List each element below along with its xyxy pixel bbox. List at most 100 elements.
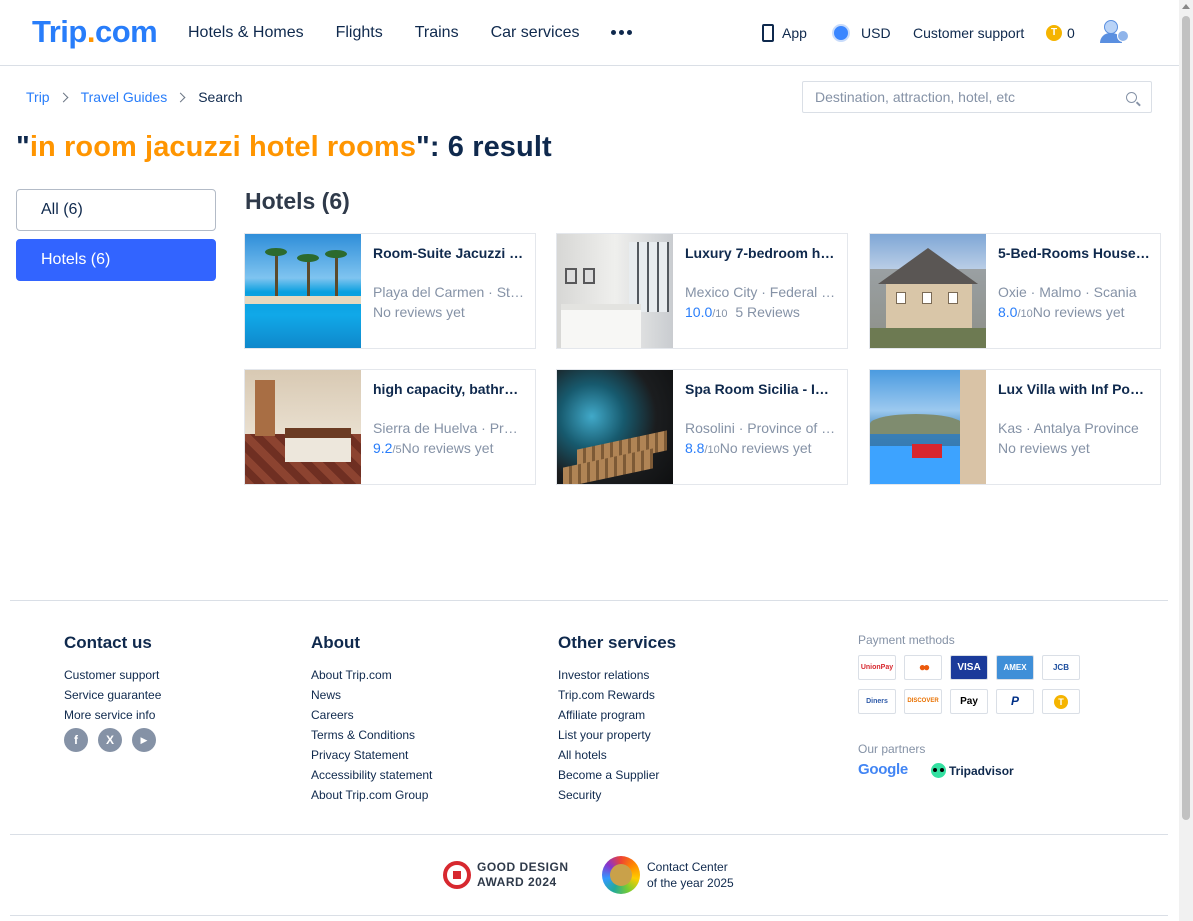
hotel-card-4[interactable]: high capacity, bathrooms in room Sierra … [244, 369, 536, 485]
page-title: "in room jacuzzi hotel rooms": 6 result [16, 131, 552, 163]
footer-link-careers[interactable]: Careers [311, 705, 432, 725]
footer-link-customer-support[interactable]: Customer support [64, 665, 161, 685]
page-scrollbar[interactable] [1179, 0, 1193, 921]
partners-title: Our partners [858, 742, 926, 756]
footer-link-news[interactable]: News [311, 685, 432, 705]
nav-car-services[interactable]: Car services [491, 22, 580, 44]
main-nav: Hotels & Homes Flights Trains Car servic… [188, 22, 611, 44]
google-logo[interactable]: Google [858, 761, 908, 778]
good-design-logo-icon [443, 861, 471, 889]
footer-link-privacy[interactable]: Privacy Statement [311, 745, 432, 765]
trip-logo[interactable]: Trip.com [32, 14, 158, 50]
amex-icon: AMEX [996, 655, 1034, 680]
facebook-icon[interactable]: f [64, 728, 88, 752]
youtube-icon[interactable]: ▶ [132, 728, 156, 752]
search-input[interactable] [803, 82, 1113, 112]
globe-icon[interactable] [832, 24, 850, 42]
apple-pay-icon: Pay [950, 689, 988, 714]
hotel-name: Spa Room Sicilia - In room jacuzzi [685, 381, 837, 397]
footer-link-supplier[interactable]: Become a Supplier [558, 765, 676, 785]
hotel-card-5[interactable]: Spa Room Sicilia - In room jacuzzi Rosol… [556, 369, 848, 485]
hotel-location: Oxie · Malmo · Scania [998, 284, 1137, 300]
hotel-photo [870, 370, 986, 484]
breadcrumb: Trip Travel Guides Search [26, 89, 243, 105]
hotel-rating: 10.0/10 5 Reviews [685, 304, 800, 320]
trip-coin-pay-icon: T [1042, 689, 1080, 714]
currency-selector[interactable]: USD [861, 24, 891, 42]
hotel-location: Kas · Antalya Province [998, 420, 1139, 436]
footer-link-accessibility[interactable]: Accessibility statement [311, 765, 432, 785]
footer-link-all-hotels[interactable]: All hotels [558, 745, 676, 765]
footer-link-more-service-info[interactable]: More service info [64, 705, 161, 725]
unionpay-icon: UnionPay [858, 655, 896, 680]
hotel-location: Mexico City · Federal District [685, 284, 837, 300]
scroll-up-arrow-icon[interactable] [1182, 4, 1190, 9]
diners-icon: Diners [858, 689, 896, 714]
top-header: Trip.com Hotels & Homes Flights Trains C… [0, 0, 1179, 66]
footer-link-group[interactable]: About Trip.com Group [311, 785, 432, 805]
hotel-photo [245, 234, 361, 348]
tripadvisor-owl-icon [931, 763, 946, 778]
footer-heading: Contact us [64, 633, 152, 652]
hotel-name: high capacity, bathrooms in room [373, 381, 525, 397]
jcb-icon: JCB [1042, 655, 1080, 680]
hotel-location: Rosolini · Province of Syracuse [685, 420, 837, 436]
coin-count[interactable]: 0 [1067, 24, 1075, 42]
breadcrumb-travel-guides[interactable]: Travel Guides [81, 89, 168, 105]
hotel-card-6[interactable]: Lux Villa with Inf Pool and Jacuzzi Kas … [869, 369, 1161, 485]
customer-support-link[interactable]: Customer support [913, 24, 1024, 42]
hotel-rating: No reviews yet [373, 304, 465, 320]
breadcrumb-trip[interactable]: Trip [26, 89, 50, 105]
visa-icon: VISA [950, 655, 988, 680]
chevron-right-icon [58, 92, 69, 102]
contact-center-medal-icon [602, 856, 640, 894]
hotel-name: Room-Suite Jacuzzi with Ocean View [373, 245, 525, 261]
section-title-hotels: Hotels (6) [245, 188, 350, 214]
hotel-photo [557, 370, 673, 484]
tripadvisor-logo[interactable]: Tripadvisor [931, 763, 1014, 778]
hotel-location: Playa del Carmen · State of Quintana Roo [373, 284, 525, 300]
more-dots-icon[interactable] [611, 30, 632, 35]
nav-flights[interactable]: Flights [336, 22, 383, 44]
filter-all[interactable]: All (6) [16, 189, 216, 231]
footer-link-affiliate[interactable]: Affiliate program [558, 705, 676, 725]
hotel-name: Luxury 7-bedroom house with jacuzzi [685, 245, 837, 261]
footer-about: About About Trip.com News Careers Terms … [311, 633, 432, 805]
trip-coin-icon[interactable]: T [1046, 25, 1062, 41]
x-twitter-icon[interactable]: X [98, 728, 122, 752]
footer-link-rewards[interactable]: Trip.com Rewards [558, 685, 676, 705]
user-avatar[interactable] [1100, 20, 1130, 46]
phone-icon[interactable] [762, 24, 774, 42]
hotel-rating: 9.2/5No reviews yet [373, 440, 494, 456]
hotel-card-3[interactable]: 5-Bed-Rooms House with Jacuzzi Oxie · Ma… [869, 233, 1161, 349]
footer-link-investor[interactable]: Investor relations [558, 665, 676, 685]
hotel-rating: No reviews yet [998, 440, 1090, 456]
hotel-name: 5-Bed-Rooms House with Jacuzzi [998, 245, 1150, 261]
footer-contact: Contact us Customer support Service guar… [64, 633, 161, 725]
footer-divider-bottom [10, 834, 1168, 835]
search-icon[interactable] [1126, 92, 1137, 103]
paypal-icon: P [996, 689, 1034, 714]
search-box [802, 81, 1152, 113]
hotel-card-2[interactable]: Luxury 7-bedroom house with jacuzzi Mexi… [556, 233, 848, 349]
footer-link-terms[interactable]: Terms & Conditions [311, 725, 432, 745]
nav-hotels-homes[interactable]: Hotels & Homes [188, 22, 304, 44]
scrollbar-thumb[interactable] [1182, 16, 1190, 820]
hotel-photo [870, 234, 986, 348]
hotel-rating: 8.0/10No reviews yet [998, 304, 1125, 320]
app-link[interactable]: App [782, 24, 807, 42]
footer-link-about[interactable]: About Trip.com [311, 665, 432, 685]
discover-icon: DISCOVER [904, 689, 942, 714]
contact-center-award-badge: Contact Center of the year 2025 [602, 856, 734, 894]
hotel-card-1[interactable]: Room-Suite Jacuzzi with Ocean View Playa… [244, 233, 536, 349]
footer-divider-end [10, 915, 1168, 916]
footer-heading: About [311, 633, 361, 652]
footer-link-list-property[interactable]: List your property [558, 725, 676, 745]
chevron-right-icon [175, 92, 186, 102]
footer-link-security[interactable]: Security [558, 785, 676, 805]
nav-trains[interactable]: Trains [415, 22, 459, 44]
hotel-location: Sierra de Huelva · Province of Huelva [373, 420, 525, 436]
filter-hotels[interactable]: Hotels (6) [16, 239, 216, 281]
footer-link-service-guarantee[interactable]: Service guarantee [64, 685, 161, 705]
good-design-award-badge: GOOD DESIGN AWARD 2024 [443, 860, 569, 890]
